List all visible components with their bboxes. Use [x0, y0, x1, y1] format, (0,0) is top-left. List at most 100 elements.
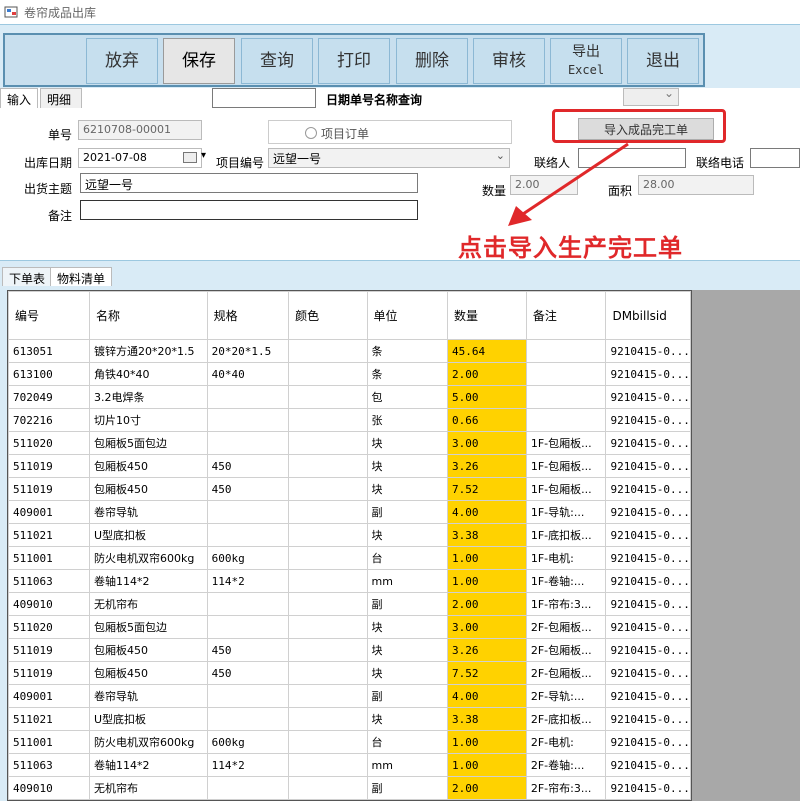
cell-spec[interactable]: 20*20*1.5 — [206, 339, 290, 363]
table-row[interactable]: 511020 包厢板5面包边 块 3.00 2F-包厢板... 9210415-0... — [8, 615, 691, 639]
cell-qty[interactable]: 0.66 — [446, 408, 527, 432]
table-row[interactable]: 409001 卷帘导轨 副 4.00 2F-导轨:... 9210415-0... — [8, 684, 691, 708]
cell-unit[interactable]: 包 — [366, 385, 448, 409]
cell-spec[interactable]: 600kg — [206, 546, 290, 570]
table-row[interactable]: 511021 U型底扣板 块 3.38 1F-底扣板... 9210415-0... — [8, 523, 691, 547]
cell-color[interactable] — [288, 523, 368, 547]
col-header-code[interactable]: 编号 — [8, 291, 90, 340]
cell-remark[interactable]: 1F-包厢板... — [525, 477, 607, 501]
cell-remark[interactable] — [525, 362, 607, 386]
cell-billid[interactable]: 9210415-0... — [605, 385, 691, 409]
cell-remark[interactable]: 1F-电机: — [525, 546, 607, 570]
cell-billid[interactable]: 9210415-0... — [605, 592, 691, 616]
audit-button[interactable]: 审核 — [473, 38, 545, 84]
cell-billid[interactable]: 9210415-0... — [605, 408, 691, 432]
cell-name[interactable]: 卷帘导轨 — [88, 500, 208, 524]
cell-unit[interactable]: 副 — [366, 776, 448, 800]
cell-color[interactable] — [288, 753, 368, 777]
cell-unit[interactable]: 台 — [366, 730, 448, 754]
cell-unit[interactable]: 副 — [366, 684, 448, 708]
cell-code[interactable]: 511021 — [8, 523, 90, 547]
cell-remark[interactable]: 1F-卷轴:... — [525, 569, 607, 593]
cell-remark[interactable]: 1F-导轨:... — [525, 500, 607, 524]
cell-unit[interactable]: 张 — [366, 408, 448, 432]
cell-name[interactable]: 包厢板450 — [88, 477, 208, 501]
cell-qty[interactable]: 5.00 — [446, 385, 527, 409]
cell-spec[interactable] — [206, 776, 290, 800]
cell-spec[interactable] — [206, 684, 290, 708]
cell-billid[interactable]: 9210415-0... — [605, 362, 691, 386]
cell-unit[interactable]: 块 — [366, 615, 448, 639]
cell-color[interactable] — [288, 431, 368, 455]
cell-name[interactable]: 防火电机双帘600kg — [88, 546, 208, 570]
cell-color[interactable] — [288, 362, 368, 386]
cell-spec[interactable] — [206, 408, 290, 432]
cell-spec[interactable] — [206, 707, 290, 731]
cell-name[interactable]: 无机帘布 — [88, 592, 208, 616]
print-button[interactable]: 打印 — [318, 38, 390, 84]
cell-color[interactable] — [288, 638, 368, 662]
cell-color[interactable] — [288, 477, 368, 501]
cell-code[interactable]: 511001 — [8, 730, 90, 754]
cell-billid[interactable]: 9210415-0... — [605, 477, 691, 501]
remark-field[interactable] — [80, 200, 418, 220]
table-row[interactable]: 511019 包厢板450 450 块 7.52 2F-包厢板... 9210415-0..… — [8, 661, 691, 685]
table-row[interactable]: 511019 包厢板450 450 块 3.26 1F-包厢板... 9210415-0..… — [8, 454, 691, 478]
project-order-radio[interactable] — [305, 127, 317, 139]
cell-name[interactable]: 切片10寸 — [88, 408, 208, 432]
cell-unit[interactable]: 块 — [366, 431, 448, 455]
cell-name[interactable]: 镀锌方通20*20*1.5 — [88, 339, 208, 363]
cell-qty[interactable]: 2.00 — [446, 362, 527, 386]
cell-unit[interactable]: 条 — [366, 362, 448, 386]
cell-name[interactable]: U型底扣板 — [88, 707, 208, 731]
cell-remark[interactable]: 1F-包厢板... — [525, 454, 607, 478]
exit-button[interactable]: 退出 — [627, 38, 699, 84]
cell-remark[interactable] — [525, 385, 607, 409]
table-row[interactable]: 702049 3.2电焊条 包 5.00 9210415-0... — [8, 385, 691, 409]
cell-qty[interactable]: 45.64 — [446, 339, 527, 363]
cell-code[interactable]: 702216 — [8, 408, 90, 432]
tab-material-list[interactable]: 物料清单 — [50, 267, 113, 287]
cell-billid[interactable]: 9210415-0... — [605, 661, 691, 685]
cell-spec[interactable] — [206, 523, 290, 547]
cell-qty[interactable]: 4.00 — [446, 684, 527, 708]
cell-billid[interactable]: 9210415-0... — [605, 776, 691, 800]
order-no-field[interactable]: 6210708-00001 — [78, 120, 202, 140]
cell-code[interactable]: 511019 — [8, 661, 90, 685]
cell-name[interactable]: 包厢板450 — [88, 454, 208, 478]
cell-color[interactable] — [288, 339, 368, 363]
phone-field[interactable] — [750, 148, 800, 168]
table-row[interactable]: 511019 包厢板450 450 块 7.52 1F-包厢板... 9210415-0..… — [8, 477, 691, 501]
cell-code[interactable]: 702049 — [8, 385, 90, 409]
cell-spec[interactable]: 114*2 — [206, 569, 290, 593]
cell-color[interactable] — [288, 569, 368, 593]
cell-remark[interactable]: 2F-帘布:3... — [525, 776, 607, 800]
col-header-name[interactable]: 名称 — [88, 291, 208, 340]
table-row[interactable]: 511063 卷轴114*2 114*2 mm 1.00 1F-卷轴:... 9210415… — [8, 569, 691, 593]
table-row[interactable]: 511063 卷轴114*2 114*2 mm 1.00 2F-卷轴:... 9210415… — [8, 753, 691, 777]
cell-qty[interactable]: 3.38 — [446, 523, 527, 547]
cell-code[interactable]: 409010 — [8, 776, 90, 800]
cell-spec[interactable]: 40*40 — [206, 362, 290, 386]
cell-code[interactable]: 511019 — [8, 638, 90, 662]
cell-name[interactable]: 包厢板450 — [88, 661, 208, 685]
cell-remark[interactable]: 2F-导轨:... — [525, 684, 607, 708]
cell-billid[interactable]: 9210415-0... — [605, 569, 691, 593]
search-input[interactable] — [212, 88, 316, 108]
table-row[interactable]: 511001 防火电机双帘600kg 600kg 台 1.00 1F-电机: 9210415… — [8, 546, 691, 570]
cell-code[interactable]: 613100 — [8, 362, 90, 386]
cell-code[interactable]: 511021 — [8, 707, 90, 731]
col-header-qty[interactable]: 数量 — [446, 291, 527, 340]
cell-unit[interactable]: 块 — [366, 638, 448, 662]
cell-spec[interactable] — [206, 592, 290, 616]
cell-qty[interactable]: 7.52 — [446, 477, 527, 501]
cell-code[interactable]: 511063 — [8, 569, 90, 593]
cell-remark[interactable]: 2F-包厢板... — [525, 615, 607, 639]
cell-unit[interactable]: 条 — [366, 339, 448, 363]
subject-field[interactable]: 远望一号 — [80, 173, 418, 193]
cell-code[interactable]: 511001 — [8, 546, 90, 570]
cell-remark[interactable]: 2F-包厢板... — [525, 661, 607, 685]
table-row[interactable]: 511020 包厢板5面包边 块 3.00 1F-包厢板... 9210415-0... — [8, 431, 691, 455]
cell-billid[interactable]: 9210415-0... — [605, 454, 691, 478]
cell-unit[interactable]: 台 — [366, 546, 448, 570]
